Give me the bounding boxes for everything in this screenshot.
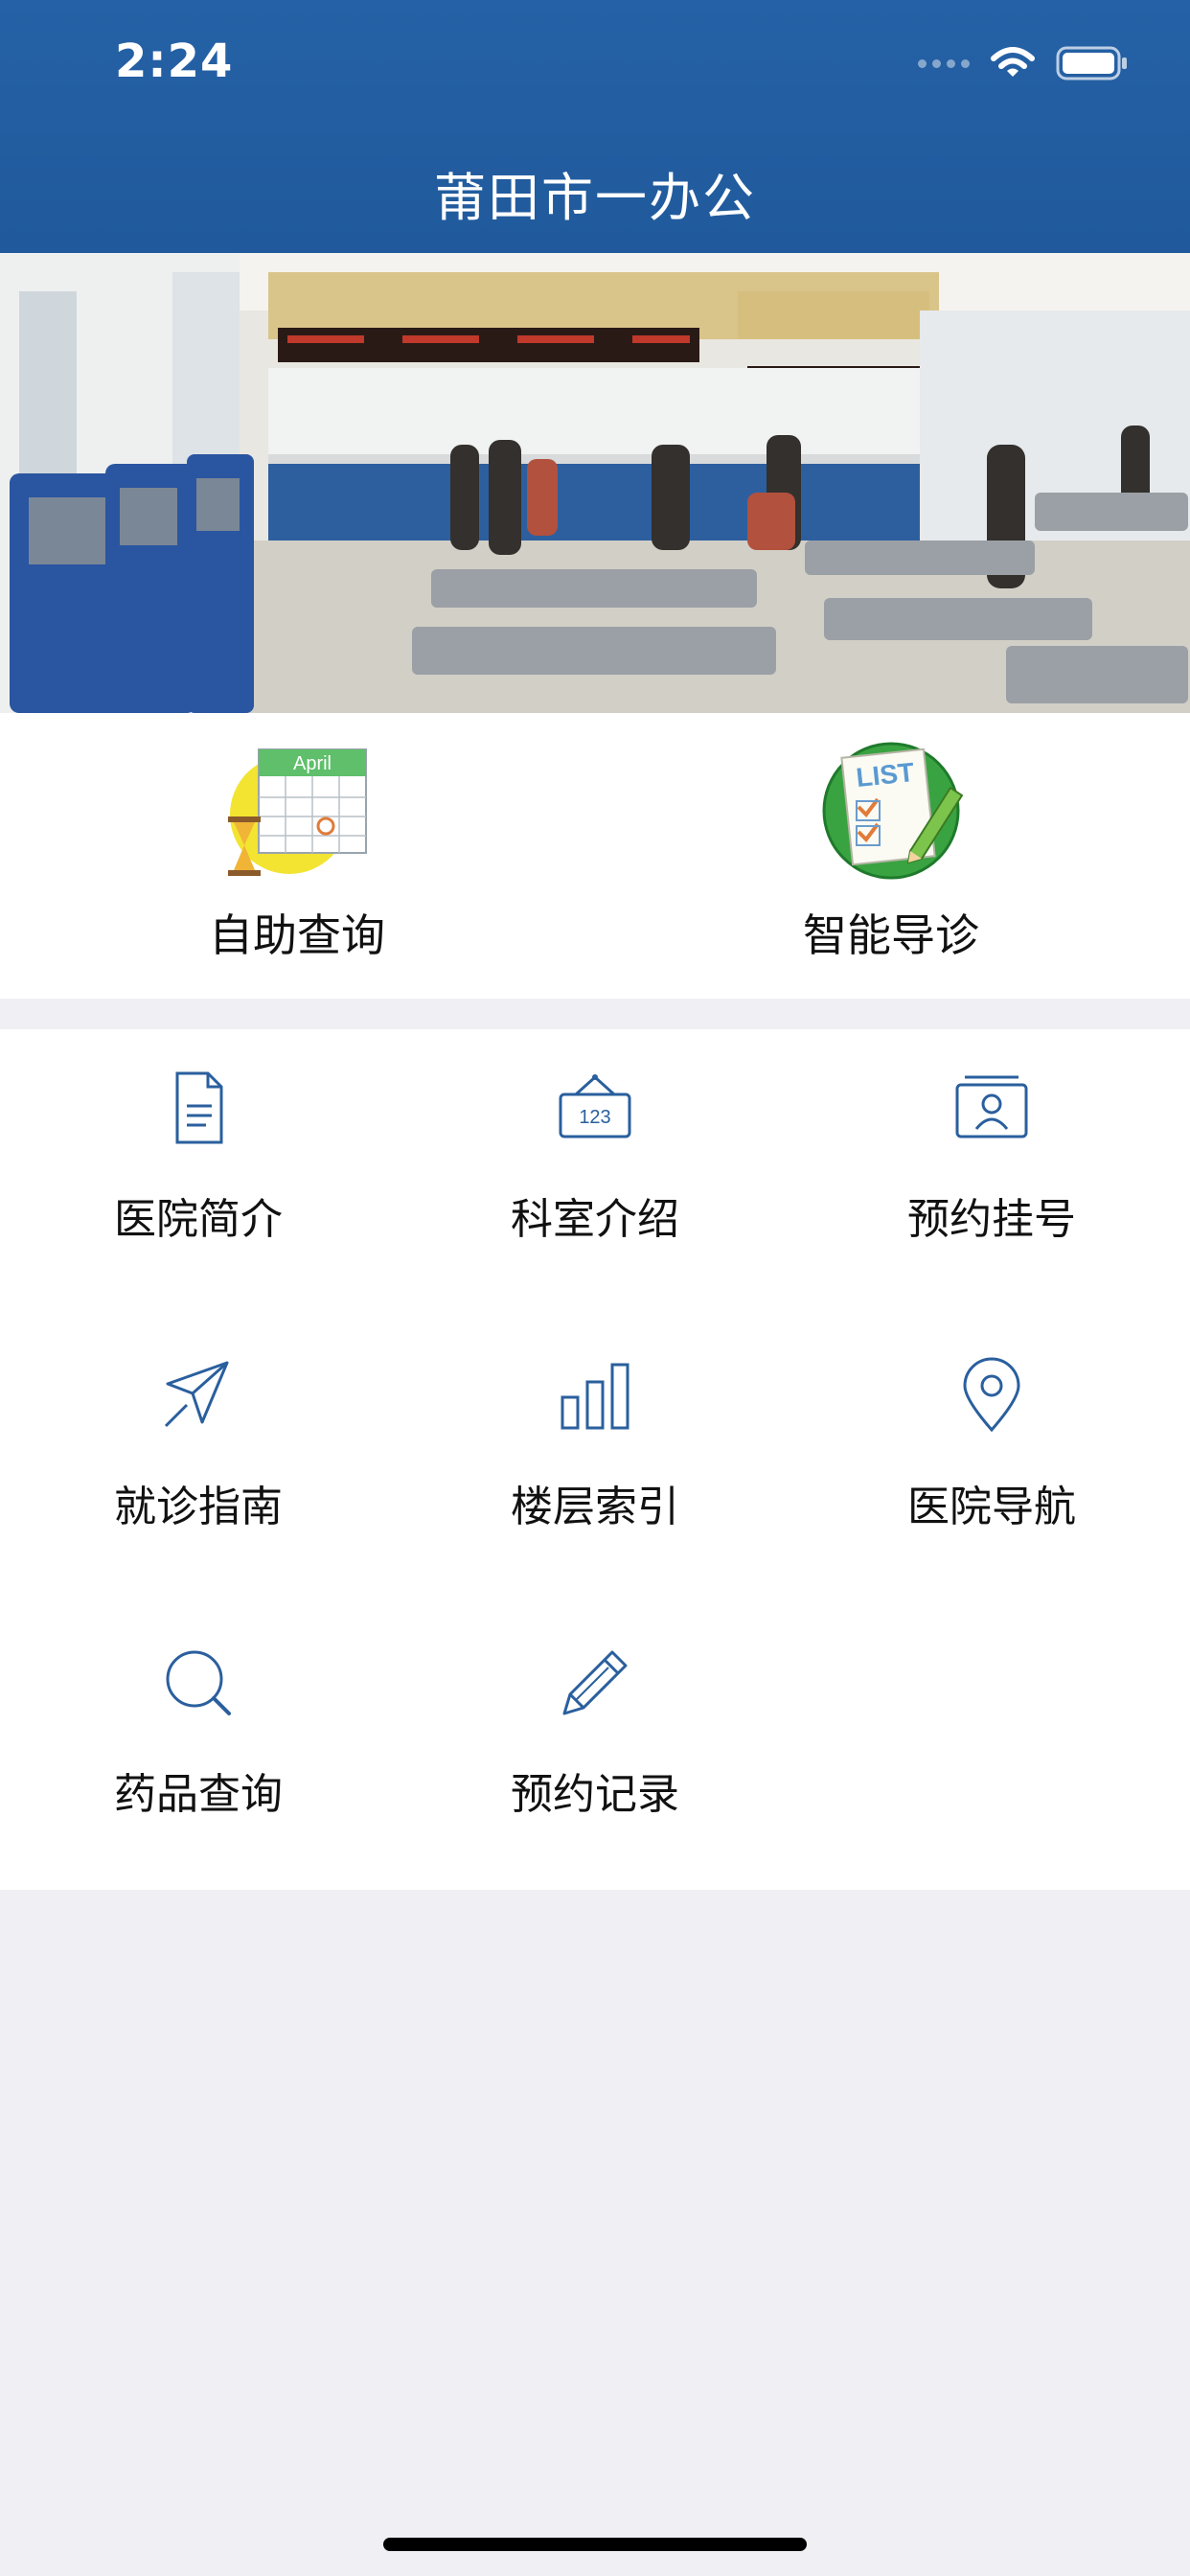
document-icon [175, 1071, 223, 1144]
status-indicators [918, 46, 1129, 80]
self-service-query-button[interactable]: April 自助查询 [96, 713, 498, 999]
service-grid: 医院简介 123 科室介绍 预约挂号 就诊指南 楼层索引 医院导航 药品查询 预… [0, 1029, 1190, 1890]
grid-item-label: 药品查询 [114, 1770, 283, 1819]
paper-plane-icon [164, 1361, 229, 1428]
visit-guide-button[interactable]: 就诊指南 [0, 1317, 397, 1604]
signal-icon [918, 58, 970, 68]
id-card-icon [955, 1075, 1028, 1138]
grid-item-label: 预约挂号 [907, 1195, 1076, 1244]
quick-action-label: 智能导诊 [803, 909, 979, 961]
grid-item-label: 医院简介 [114, 1195, 283, 1244]
search-icon [166, 1650, 231, 1715]
battery-icon [1056, 46, 1127, 80]
hospital-intro-button[interactable]: 医院简介 [0, 1029, 397, 1317]
calendar-month-label: April [293, 753, 332, 774]
appointment-register-button[interactable]: 预约挂号 [793, 1029, 1190, 1317]
wifi-icon [991, 47, 1035, 77]
floor-index-button[interactable]: 楼层索引 [397, 1317, 793, 1604]
department-intro-button[interactable]: 123 科室介绍 [397, 1029, 793, 1317]
page-title: 莆田市一办公 [434, 168, 756, 228]
bar-chart-icon [561, 1363, 629, 1430]
status-time: 2:24 [115, 34, 234, 88]
hospital-lobby-photo [0, 253, 1190, 713]
grid-item-label: 预约记录 [511, 1770, 679, 1819]
drug-query-button[interactable]: 药品查询 [0, 1604, 397, 1892]
appointment-records-button[interactable]: 预约记录 [397, 1604, 793, 1892]
grid-item-label: 就诊指南 [114, 1483, 283, 1531]
hospital-navigation-button[interactable]: 医院导航 [793, 1317, 1190, 1604]
quick-actions: April 自助查询 LIST 智能导诊 [0, 713, 1190, 999]
home-indicator[interactable] [383, 2538, 807, 2551]
quick-action-label: 自助查询 [209, 909, 385, 961]
location-pin-icon [963, 1357, 1020, 1433]
grid-item-label: 楼层索引 [511, 1483, 679, 1531]
list-badge-text: LIST [855, 757, 916, 793]
checklist-icon: LIST [822, 742, 964, 880]
sign-board-icon: 123 [559, 1074, 631, 1138]
smart-triage-button[interactable]: LIST 智能导诊 [690, 713, 1092, 999]
grid-item-label: 科室介绍 [511, 1195, 679, 1244]
pencil-icon [562, 1650, 628, 1715]
app-header: 2:24 莆田市一办公 [0, 0, 1190, 253]
grid-item-label: 医院导航 [907, 1483, 1076, 1531]
calendar-hourglass-icon: April [228, 748, 367, 876]
sign-board-number: 123 [579, 1107, 610, 1128]
